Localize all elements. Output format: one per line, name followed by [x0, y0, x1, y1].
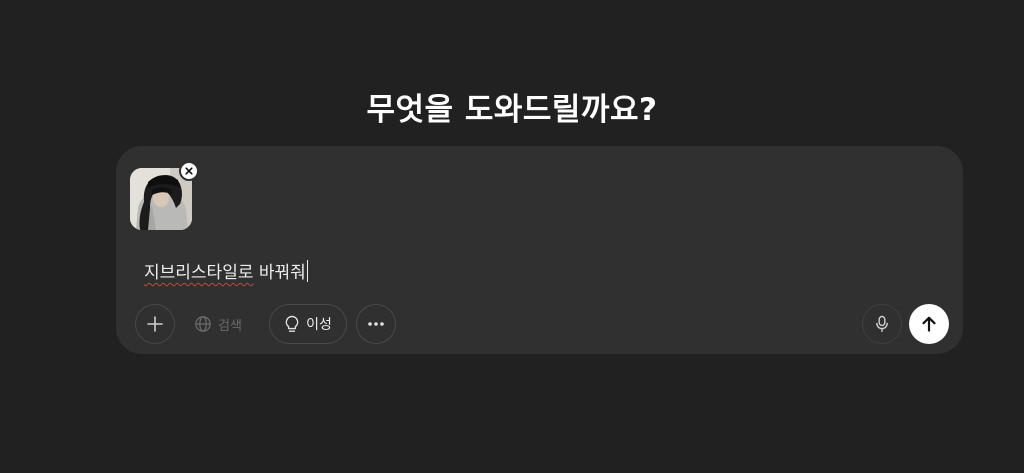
remove-attachment-button[interactable] [179, 161, 199, 181]
globe-icon [195, 316, 211, 332]
ellipsis-icon [368, 322, 384, 326]
plus-icon [147, 316, 163, 332]
prompt-input[interactable]: 지브리스타일로 바꿔줘 [144, 258, 308, 283]
page-title: 무엇을 도와드릴까요? [366, 92, 658, 128]
send-button[interactable] [909, 304, 949, 344]
message-composer: 지브리스타일로 바꿔줘 검색 이성 [116, 146, 963, 354]
search-button-label: 검색 [218, 318, 242, 334]
close-icon [185, 167, 193, 175]
microphone-icon [876, 315, 888, 333]
reason-button[interactable]: 이성 [269, 304, 347, 344]
prompt-input-rest: 바꿔줘 [253, 263, 306, 283]
voice-input-button[interactable] [862, 304, 902, 344]
prompt-input-misspelled-word: 지브리스타일로 [144, 263, 254, 283]
lightbulb-icon [285, 315, 299, 332]
more-options-button[interactable] [356, 304, 396, 344]
search-button[interactable]: 검색 [190, 304, 252, 344]
text-caret [306, 260, 308, 282]
arrow-up-icon [922, 316, 936, 332]
chat-page: 무엇을 도와드릴까요? 지브리스타일로 바꿔줘 검색 이성 [0, 0, 1024, 473]
add-attachment-button[interactable] [135, 304, 175, 344]
reason-button-label: 이성 [306, 317, 332, 333]
